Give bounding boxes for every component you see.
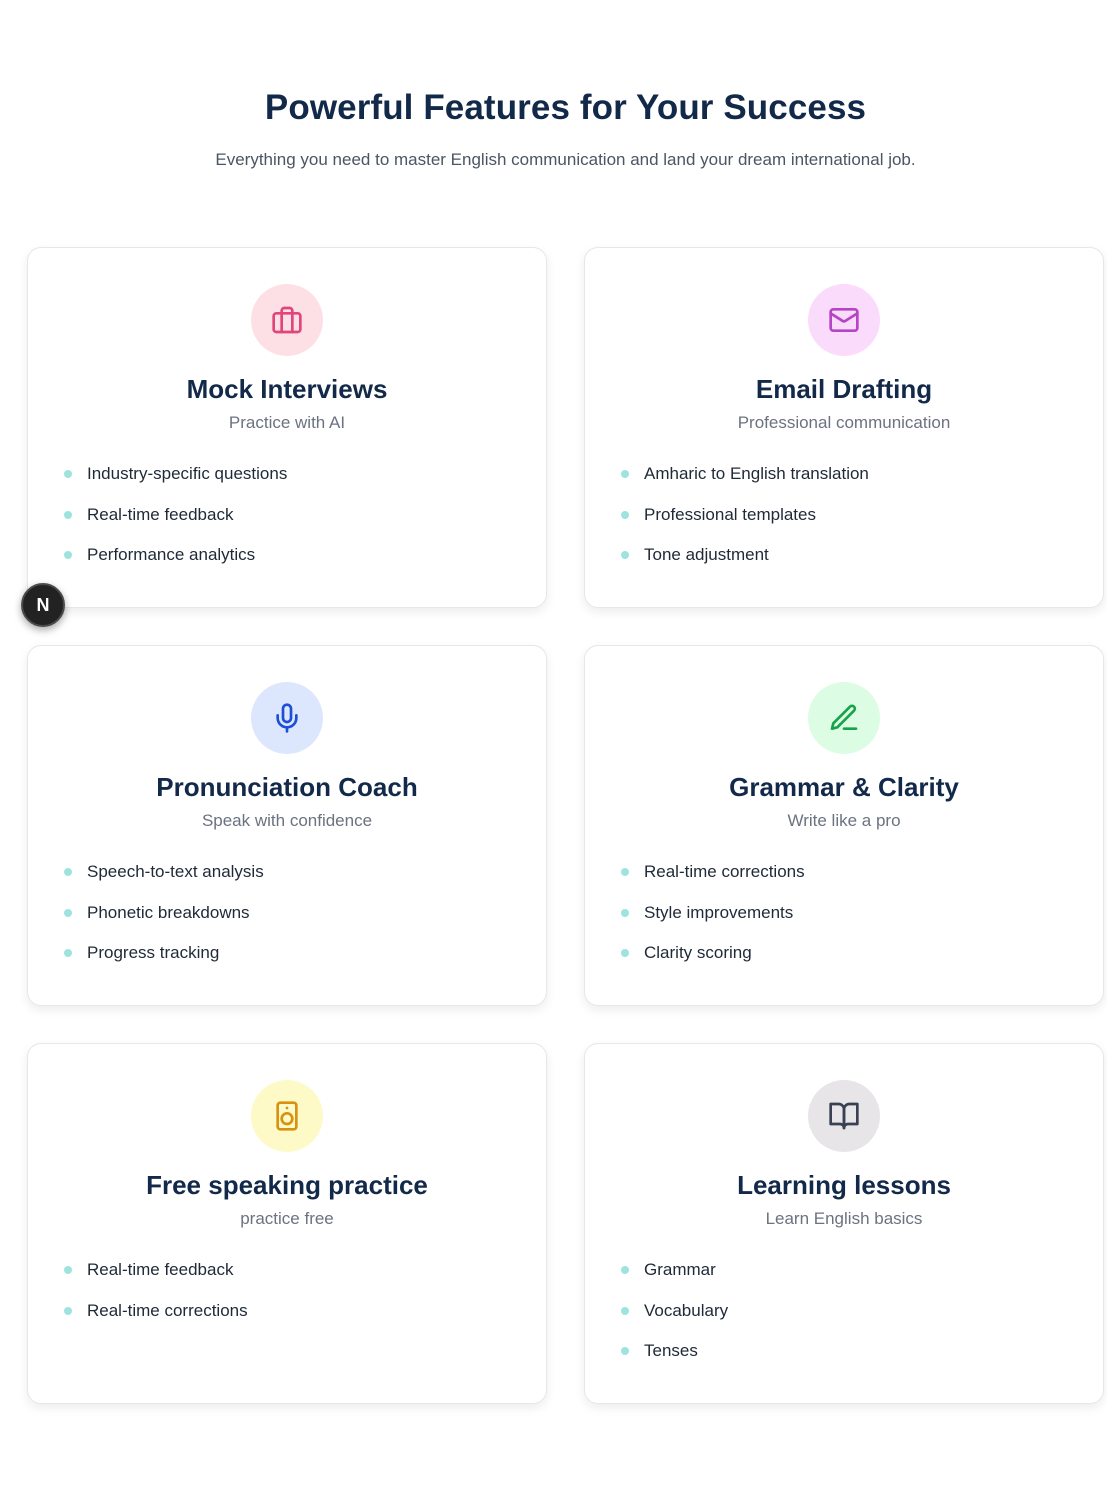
bullet-dot: [64, 868, 72, 876]
feature-item: Phonetic breakdowns: [64, 903, 264, 923]
feature-item: Progress tracking: [64, 943, 264, 963]
feature-item: Real-time feedback: [64, 505, 287, 525]
feature-list: Speech-to-text analysis Phonetic breakdo…: [64, 862, 264, 984]
feature-list: Real-time feedback Real-time corrections: [64, 1260, 248, 1341]
pencil-icon: [830, 704, 858, 730]
card-title: Email Drafting: [755, 374, 933, 404]
feature-list: Amharic to English translation Professio…: [621, 464, 869, 586]
feature-list: Industry-specific questions Real-time fe…: [64, 464, 287, 586]
feature-item: Tone adjustment: [621, 545, 869, 565]
bullet-dot: [64, 949, 72, 957]
book-open-icon: [829, 1102, 859, 1130]
feature-item: Performance analytics: [64, 545, 287, 565]
feature-item: Real-time corrections: [621, 862, 805, 882]
card-title: Free speaking practice: [146, 1170, 428, 1200]
bullet-dot: [621, 1266, 629, 1274]
feature-list: Grammar Vocabulary Tenses: [621, 1260, 728, 1382]
card-subtitle: Practice with AI: [228, 413, 346, 432]
features-page: Powerful Features for Your Success Every…: [0, 0, 1107, 1494]
speaker-icon-circle: [251, 1080, 323, 1152]
feature-item: Style improvements: [621, 903, 805, 923]
feature-item: Industry-specific questions: [64, 464, 287, 484]
feature-item: Amharic to English translation: [621, 464, 869, 484]
bullet-dot: [64, 470, 72, 478]
pencil-icon-circle: [808, 682, 880, 754]
card-subtitle: practice free: [240, 1209, 334, 1228]
feature-item: Speech-to-text analysis: [64, 862, 264, 882]
card-title: Pronunciation Coach: [156, 772, 418, 802]
bullet-dot: [621, 470, 629, 478]
bullet-dot: [621, 1306, 629, 1315]
feature-item: Grammar: [621, 1260, 728, 1280]
feature-item: Real-time corrections: [64, 1301, 248, 1321]
feature-list: Real-time corrections Style improvements…: [621, 862, 805, 984]
feature-item: Vocabulary: [621, 1301, 728, 1321]
bullet-dot: [621, 551, 629, 559]
card-title: Learning lessons: [737, 1170, 951, 1200]
feature-card-free-speaking-practice: Free speaking practice practice free Rea…: [27, 1043, 547, 1404]
section-title: Powerful Features for Your Success: [264, 88, 867, 127]
bullet-dot: [64, 1306, 72, 1315]
card-title: Mock Interviews: [186, 374, 388, 404]
briefcase-icon-circle: [251, 284, 323, 356]
feature-card-grammar-clarity: Grammar & Clarity Write like a pro Real-…: [584, 645, 1104, 1006]
bullet-dot: [621, 949, 629, 957]
speaker-icon: [276, 1101, 298, 1131]
feature-item: Real-time feedback: [64, 1260, 248, 1280]
bullet-dot: [621, 1347, 629, 1355]
briefcase-icon: [272, 306, 302, 334]
card-title: Grammar & Clarity: [729, 772, 959, 802]
mail-icon: [829, 308, 859, 332]
bullet-dot: [64, 551, 72, 559]
bullet-dot: [621, 908, 629, 917]
card-subtitle: Speak with confidence: [201, 811, 373, 830]
bullet-dot: [621, 868, 629, 876]
section-subtitle: Everything you need to master English co…: [215, 150, 916, 169]
microphone-icon-circle: [251, 682, 323, 754]
feature-card-learning-lessons: Learning lessons Learn English basics Gr…: [584, 1043, 1104, 1404]
feature-card-mock-interviews: Mock Interviews Practice with AI Industr…: [27, 247, 547, 608]
book-open-icon-circle: [808, 1080, 880, 1152]
feature-item: Professional templates: [621, 505, 869, 525]
feature-card-pronunciation-coach: Pronunciation Coach Speak with confidenc…: [27, 645, 547, 1006]
bullet-dot: [64, 510, 72, 519]
card-subtitle: Write like a pro: [787, 811, 901, 830]
bullet-dot: [64, 1266, 72, 1274]
nextjs-dev-badge-button[interactable]: N: [21, 583, 65, 627]
bullet-dot: [64, 908, 72, 917]
feature-item: Clarity scoring: [621, 943, 805, 963]
mail-icon-circle: [808, 284, 880, 356]
card-subtitle: Professional communication: [737, 413, 951, 432]
microphone-icon: [276, 703, 298, 733]
bullet-dot: [621, 510, 629, 519]
card-subtitle: Learn English basics: [765, 1209, 923, 1228]
feature-card-email-drafting: Email Drafting Professional communicatio…: [584, 247, 1104, 608]
feature-item: Tenses: [621, 1341, 728, 1361]
